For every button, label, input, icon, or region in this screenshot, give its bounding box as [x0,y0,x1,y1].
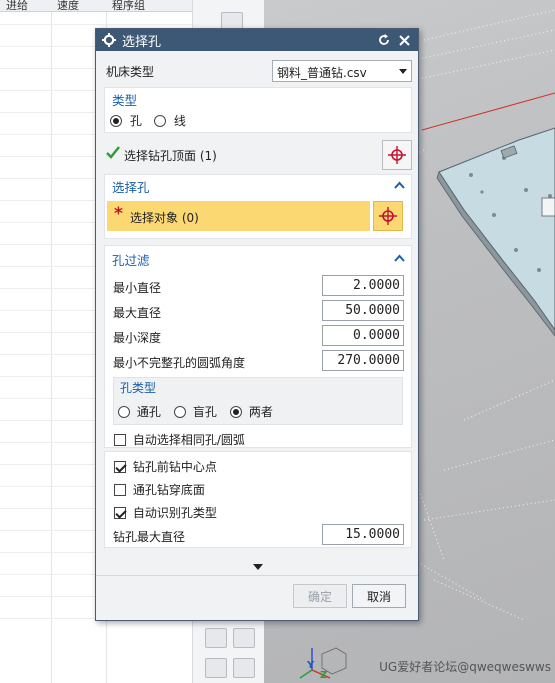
min-depth-label: 最小深度 [113,331,162,345]
max-diameter-label: 最大直径 [113,306,162,320]
through-bottom-label: 通孔钻穿底面 [132,483,205,497]
auto-select-same-label: 自动选择相同孔/圆弧 [132,433,245,447]
select-object-button[interactable] [373,201,403,231]
max-drill-diameter-row: 钻孔最大直径 15.0000 [113,524,413,548]
hole-type-through-radio[interactable] [118,406,130,418]
snap-point-icon[interactable] [233,628,255,648]
dialog-titlebar[interactable]: 选择孔 [96,29,418,51]
select-object-row[interactable]: * 选择对象 (0) [107,201,370,231]
crosshair-icon [388,146,406,164]
hole-type-blind-radio[interactable] [174,406,186,418]
select-hole-section: 选择孔 * 选择对象 (0) [104,174,412,239]
hole-filter-section: 孔过滤 最小直径 2.0000 最大直径 50.0000 最小深度 0.0000… [104,245,412,448]
min-diameter-row: 最小直径 2.0000 [113,275,413,299]
hole-type-both[interactable]: 两者 [230,403,273,420]
filter-icon[interactable] [205,658,227,678]
hole-type-through[interactable]: 通孔 [118,403,161,420]
hole-type-both-radio[interactable] [230,406,242,418]
type-option-hole[interactable]: 孔 [110,112,142,129]
auto-identify-label: 自动识别孔类型 [132,506,217,520]
close-icon[interactable] [396,32,412,48]
drill-center-checkbox[interactable] [114,461,126,473]
auto-select-same-checkbox[interactable] [114,434,126,446]
min-depth-row: 最小深度 0.0000 [113,325,413,349]
type-hole-radio[interactable] [110,115,122,127]
type-line-label: 线 [173,114,186,128]
max-diameter-input[interactable]: 50.0000 [322,300,404,321]
hole-filter-title: 孔过滤 [112,253,150,268]
table-header: 进给 速度 程序组 [0,0,192,12]
cancel-button[interactable]: 取消 [352,584,406,608]
crosshair-icon [379,207,397,225]
type-option-line[interactable]: 线 [154,112,186,129]
select-hole-section-title: 选择孔 [112,180,150,195]
min-diameter-label: 最小直径 [113,281,162,295]
through-bottom-checkbox[interactable] [114,484,126,496]
gear-icon [102,33,116,47]
drill-center-option[interactable]: 钻孔前钻中心点 [114,458,217,475]
hole-type-through-label: 通孔 [136,405,161,419]
type-section-title: 类型 [112,93,138,108]
min-depth-input[interactable]: 0.0000 [322,325,404,346]
collapse-icon[interactable] [394,178,405,192]
hole-type-blind-label: 盲孔 [192,405,217,419]
select-hole-dialog: 选择孔 机床类型 钢料_普通钻.csv 类型 孔 线 选择钻孔顶面 (1) 选择… [95,28,419,621]
check-icon [106,146,120,162]
min-arc-angle-input[interactable]: 270.0000 [322,350,404,371]
machine-type-row: 机床类型 钢料_普通钻.csv [96,59,418,82]
hole-type-group: 孔类型 通孔 盲孔 两者 [113,377,403,425]
auto-identify-option[interactable]: 自动识别孔类型 [114,504,217,521]
hole-type-both-label: 两者 [248,405,273,419]
drill-top-face-row[interactable]: 选择钻孔顶面 (1) [104,139,412,171]
min-arc-angle-label: 最小不完整孔的圆弧角度 [113,356,246,370]
axis-y-label: Y [307,660,315,671]
type-section: 类型 孔 线 [104,87,412,133]
max-drill-diameter-label: 钻孔最大直径 [113,530,186,544]
hole-type-title: 孔类型 [120,381,157,395]
machine-type-value: 钢料_普通钻.csv [277,66,367,80]
axis-z-label: Z [320,670,328,681]
type-line-radio[interactable] [154,115,166,127]
min-diameter-input[interactable]: 2.0000 [322,275,404,296]
machine-type-select[interactable]: 钢料_普通钻.csv [272,60,412,82]
drill-center-label: 钻孔前钻中心点 [132,460,217,474]
through-bottom-option[interactable]: 通孔钻穿底面 [114,481,205,498]
type-hole-label: 孔 [129,114,142,128]
hole-type-blind[interactable]: 盲孔 [174,403,217,420]
auto-identify-checkbox[interactable] [114,507,126,519]
more-options-toggle[interactable] [104,559,412,573]
select-object-label: 选择对象 (0) [130,211,199,225]
auto-select-same-option[interactable]: 自动选择相同孔/圆弧 [114,431,245,448]
reset-icon[interactable] [376,32,392,48]
max-drill-diameter-input[interactable]: 15.0000 [322,524,404,545]
required-asterisk-icon: * [114,204,123,224]
drill-top-face-label: 选择钻孔顶面 (1) [124,149,217,163]
chevron-down-icon [399,69,407,74]
dialog-title: 选择孔 [122,34,162,50]
snap-grid-icon[interactable] [205,628,227,648]
collapse-icon[interactable] [394,251,405,265]
drill-options-section: 钻孔前钻中心点 通孔钻穿底面 自动识别孔类型 钻孔最大直径 15.0000 [104,451,412,548]
select-top-face-button[interactable] [382,140,412,170]
watermark: UG爱好者论坛@qweqweswws [379,660,551,674]
ok-button[interactable]: 确定 [293,584,347,608]
min-arc-angle-row: 最小不完整孔的圆弧角度 270.0000 [113,350,413,374]
machine-type-label: 机床类型 [106,65,155,79]
max-diameter-row: 最大直径 50.0000 [113,300,413,324]
footer-divider [96,575,418,576]
layer-icon[interactable] [233,658,255,678]
chevron-down-icon [253,564,263,570]
